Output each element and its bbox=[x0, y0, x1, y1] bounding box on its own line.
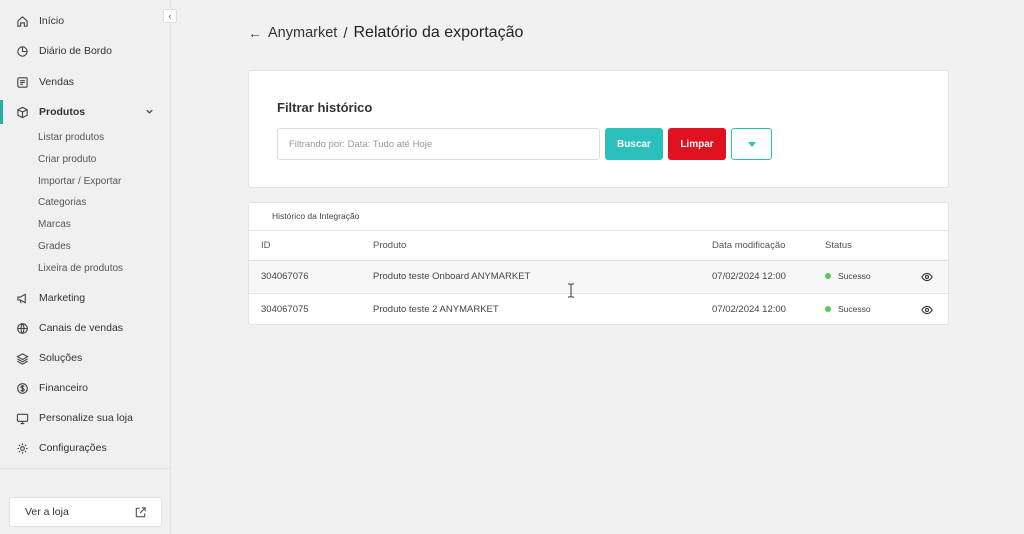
globe-icon bbox=[16, 322, 29, 335]
page-header: ← Anymarket / Relatório da exportação bbox=[248, 22, 523, 44]
receipt-icon bbox=[16, 76, 29, 89]
chevron-left-icon: ‹ bbox=[168, 11, 172, 21]
status-badge: Sucesso bbox=[825, 271, 871, 281]
submenu-criar-produto[interactable]: Criar produto bbox=[38, 153, 96, 167]
sidebar-item-label: Configurações bbox=[39, 442, 107, 454]
column-header-id: ID bbox=[261, 240, 271, 251]
sidebar-item-financeiro[interactable]: Financeiro bbox=[0, 376, 171, 400]
cell-date: 07/02/2024 12:00 bbox=[712, 271, 786, 282]
chart-pie-icon bbox=[16, 45, 29, 58]
filter-title: Filtrar histórico bbox=[277, 100, 373, 115]
status-label: Sucesso bbox=[838, 271, 871, 281]
status-badge: Sucesso bbox=[825, 304, 871, 314]
view-store-label: Ver a loja bbox=[25, 506, 69, 518]
submenu-categorias[interactable]: Categorias bbox=[38, 196, 86, 210]
external-link-icon bbox=[135, 507, 146, 518]
column-header-data-modificacao: Data modificação bbox=[712, 240, 786, 251]
sidebar-item-personalize-sua-loja[interactable]: Personalize sua loja bbox=[0, 406, 171, 430]
sidebar: ‹ Início Diário de Bordo Vendas Produtos… bbox=[0, 0, 177, 534]
box-icon bbox=[16, 106, 29, 119]
dollar-icon bbox=[16, 382, 29, 395]
sidebar-item-diario-de-bordo[interactable]: Diário de Bordo bbox=[0, 39, 171, 63]
breadcrumb-separator: / bbox=[343, 24, 348, 42]
sidebar-item-produtos[interactable]: Produtos bbox=[0, 100, 171, 124]
table-row[interactable]: 304067076 Produto teste Onboard ANYMARKE… bbox=[249, 260, 948, 292]
clear-button[interactable]: Limpar bbox=[668, 128, 726, 160]
table-row[interactable]: 304067075 Produto teste 2 ANYMARKET 07/0… bbox=[249, 293, 948, 324]
gear-icon bbox=[16, 442, 29, 455]
search-button[interactable]: Buscar bbox=[605, 128, 663, 160]
home-icon bbox=[16, 15, 29, 28]
page-title: Relatório da exportação bbox=[353, 24, 524, 41]
sidebar-item-configuracoes[interactable]: Configurações bbox=[0, 436, 171, 460]
column-header-status: Status bbox=[825, 240, 852, 251]
sidebar-divider bbox=[0, 468, 171, 469]
submenu-listar-produtos[interactable]: Listar produtos bbox=[38, 131, 104, 145]
filter-input[interactable] bbox=[277, 128, 600, 160]
sidebar-item-label: Vendas bbox=[39, 76, 75, 88]
submenu-importar-exportar[interactable]: Importar / Exportar bbox=[38, 175, 121, 189]
collapse-sidebar-button[interactable]: ‹ bbox=[163, 9, 177, 23]
sidebar-item-label: Produtos bbox=[39, 106, 86, 118]
monitor-icon bbox=[16, 412, 29, 425]
sidebar-item-vendas[interactable]: Vendas bbox=[0, 70, 171, 94]
history-divider bbox=[249, 230, 948, 231]
status-dot-icon bbox=[825, 273, 831, 279]
cell-id: 304067075 bbox=[261, 304, 309, 315]
column-header-produto: Produto bbox=[373, 240, 407, 251]
sidebar-item-label: Início bbox=[39, 15, 65, 27]
sidebar-item-canais-de-vendas[interactable]: Canais de vendas bbox=[0, 316, 171, 340]
megaphone-icon bbox=[16, 292, 29, 305]
status-dot-icon bbox=[825, 306, 831, 312]
eye-icon[interactable] bbox=[921, 304, 933, 316]
caret-down-icon bbox=[747, 141, 756, 147]
back-arrow-icon[interactable]: ← bbox=[248, 25, 262, 41]
sidebar-item-inicio[interactable]: Início bbox=[0, 9, 171, 33]
filter-dropdown-button[interactable] bbox=[731, 128, 772, 160]
sidebar-item-label: Canais de vendas bbox=[39, 322, 124, 334]
cell-product: Produto teste 2 ANYMARKET bbox=[373, 304, 499, 315]
breadcrumb-anymarket[interactable]: Anymarket bbox=[268, 25, 337, 41]
filter-card: Filtrar histórico Buscar Limpar bbox=[248, 70, 949, 188]
cell-product: Produto teste Onboard ANYMARKET bbox=[373, 271, 531, 282]
cell-date: 07/02/2024 12:00 bbox=[712, 304, 786, 315]
sidebar-item-label: Financeiro bbox=[39, 382, 89, 394]
submenu-lixeira-de-produtos[interactable]: Lixeira de produtos bbox=[38, 262, 123, 276]
sidebar-item-label: Personalize sua loja bbox=[39, 412, 133, 424]
layers-icon bbox=[16, 352, 29, 365]
submenu-grades[interactable]: Grades bbox=[38, 240, 71, 254]
sidebar-item-label: Marketing bbox=[39, 292, 86, 304]
submenu-marcas[interactable]: Marcas bbox=[38, 218, 71, 232]
chevron-down-icon bbox=[146, 109, 153, 114]
view-store-button[interactable]: Ver a loja bbox=[9, 497, 162, 527]
sidebar-item-marketing[interactable]: Marketing bbox=[0, 286, 171, 310]
status-label: Sucesso bbox=[838, 304, 871, 314]
text-cursor-icon bbox=[568, 283, 574, 298]
history-title: Histórico da Integração bbox=[272, 211, 360, 221]
sidebar-item-label: Diário de Bordo bbox=[39, 45, 112, 57]
eye-icon[interactable] bbox=[921, 271, 933, 283]
sidebar-item-solucoes[interactable]: Soluções bbox=[0, 346, 171, 370]
sidebar-item-label: Soluções bbox=[39, 352, 83, 364]
history-card: Histórico da Integração ID Produto Data … bbox=[248, 202, 949, 325]
cell-id: 304067076 bbox=[261, 271, 309, 282]
